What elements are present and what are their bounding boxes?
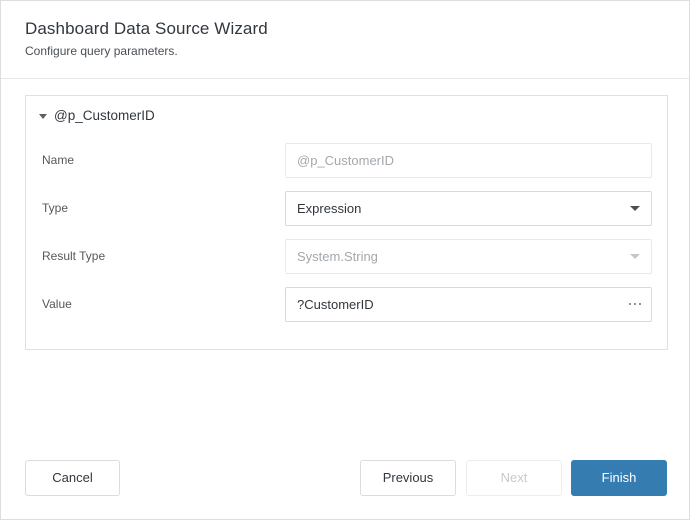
- result-type-dropdown: System.String: [285, 238, 652, 274]
- name-input[interactable]: @p_CustomerID: [285, 142, 652, 178]
- next-button: Next: [466, 460, 562, 496]
- form-row-value: Value ?CustomerID: [26, 280, 667, 328]
- field-wrap-result-type: System.String: [285, 238, 652, 274]
- triangle-down-icon[interactable]: [39, 113, 47, 119]
- label-type: Type: [42, 201, 69, 215]
- wizard-header: Dashboard Data Source Wizard Configure q…: [1, 1, 689, 79]
- ellipsis-dot-1: [628, 302, 632, 306]
- parameter-group-label: @p_CustomerID: [54, 108, 155, 123]
- page-title: Dashboard Data Source Wizard: [25, 19, 268, 38]
- dashboard-data-source-wizard-dialog: Dashboard Data Source Wizard Configure q…: [0, 0, 690, 520]
- wizard-footer: Cancel Previous Next Finish: [1, 442, 689, 519]
- parameter-panel: @p_CustomerID Name @p_CustomerID Type Ex…: [25, 95, 668, 350]
- cancel-button[interactable]: Cancel: [25, 460, 120, 496]
- ellipsis-dot-2: [633, 302, 637, 306]
- page-subtitle: Configure query parameters.: [25, 44, 178, 58]
- chevron-down-icon[interactable]: [630, 206, 640, 211]
- type-dropdown[interactable]: Expression: [285, 190, 652, 226]
- form-row-name: Name @p_CustomerID: [26, 136, 667, 184]
- ellipsis-icon[interactable]: [623, 292, 647, 316]
- label-value: Value: [42, 297, 72, 311]
- value-input[interactable]: ?CustomerID: [285, 286, 652, 322]
- field-wrap-value: ?CustomerID: [285, 286, 652, 322]
- field-wrap-name: @p_CustomerID: [285, 142, 652, 178]
- chevron-down-icon-disabled: [630, 254, 640, 259]
- parameter-group-header[interactable]: @p_CustomerID: [26, 96, 667, 136]
- label-result-type: Result Type: [42, 249, 106, 263]
- form-row-type: Type Expression: [26, 184, 667, 232]
- field-wrap-type: Expression: [285, 190, 652, 226]
- form-row-result-type: Result Type System.String: [26, 232, 667, 280]
- previous-button[interactable]: Previous: [360, 460, 456, 496]
- label-name: Name: [42, 153, 75, 167]
- ellipsis-dot-3: [638, 302, 642, 306]
- wizard-body: @p_CustomerID Name @p_CustomerID Type Ex…: [1, 79, 689, 442]
- finish-button[interactable]: Finish: [571, 460, 667, 496]
